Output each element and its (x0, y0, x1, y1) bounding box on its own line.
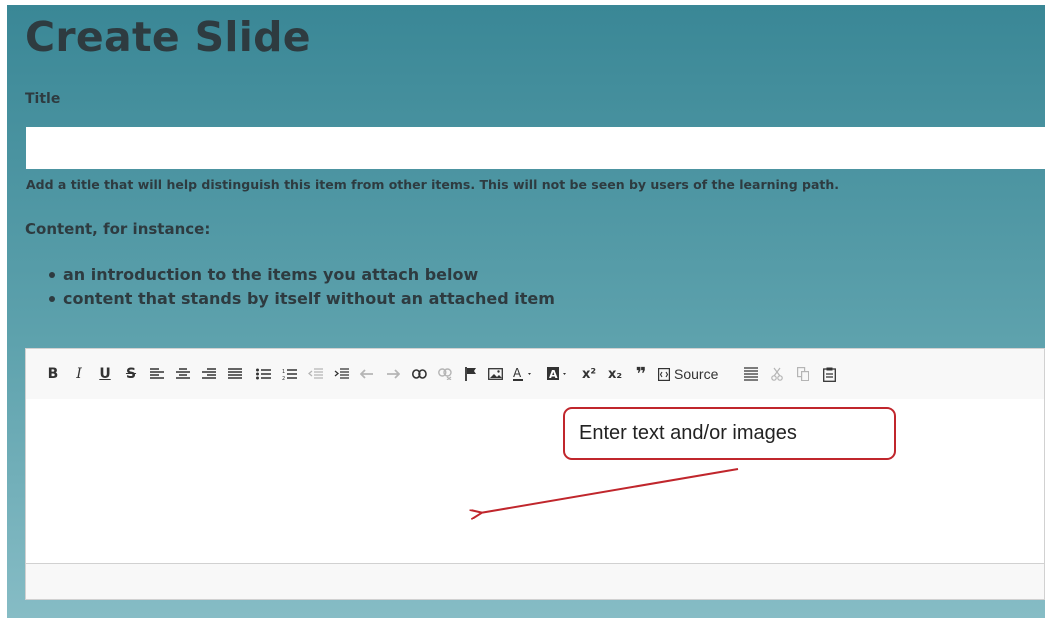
source-icon (658, 367, 670, 381)
bulleted-list-icon (255, 368, 271, 380)
outdent-button[interactable] (306, 362, 324, 386)
align-right-icon (202, 368, 216, 379)
copy-icon (797, 367, 809, 381)
content-label: Content, for instance: (25, 220, 211, 238)
align-left-icon (150, 368, 164, 379)
svg-text:A: A (513, 367, 522, 380)
editor-toolbar: B I U S 12 A A x² x₂ ❞ Source (26, 349, 1044, 400)
undo-button[interactable] (358, 362, 376, 386)
link-button[interactable] (410, 362, 428, 386)
svg-text:1: 1 (282, 369, 285, 375)
numbered-list-icon: 12 (282, 369, 297, 380)
indent-icon (334, 368, 349, 379)
paste-button[interactable] (820, 362, 838, 386)
content-examples-list: an introduction to the items you attach … (47, 263, 555, 311)
copy-button[interactable] (794, 362, 812, 386)
image-button[interactable] (486, 362, 504, 386)
image-icon (487, 368, 503, 380)
title-label: Title (25, 91, 61, 107)
redo-icon (387, 369, 400, 379)
annotation-callout: Enter text and/or images (563, 407, 896, 460)
source-label: Source (674, 366, 719, 382)
strikethrough-button[interactable]: S (122, 362, 140, 386)
align-justify-icon (228, 368, 242, 379)
italic-button[interactable]: I (70, 362, 88, 386)
align-center-button[interactable] (174, 362, 192, 386)
cut-icon (771, 367, 783, 381)
rich-text-editor: B I U S 12 A A x² x₂ ❞ Source (25, 348, 1045, 600)
page-title: Create Slide (25, 13, 311, 61)
align-center-icon (176, 368, 190, 379)
undo-icon (360, 369, 373, 379)
title-input[interactable] (26, 127, 1045, 169)
superscript-button[interactable]: x² (580, 362, 598, 386)
bulleted-list-button[interactable] (254, 362, 272, 386)
bullet-icon (49, 271, 55, 278)
source-button[interactable]: Source (658, 362, 734, 386)
numbered-list-button[interactable]: 12 (280, 362, 298, 386)
redo-button[interactable] (384, 362, 402, 386)
paste-icon (822, 367, 836, 382)
cut-button[interactable] (768, 362, 786, 386)
create-slide-panel: Create Slide Title Add a title that will… (7, 5, 1045, 618)
title-help-text: Add a title that will help distinguish t… (26, 177, 840, 192)
unlink-icon (437, 368, 452, 380)
list-item: an introduction to the items you attach … (47, 263, 555, 287)
svg-text:2: 2 (282, 376, 285, 380)
svg-text:A: A (549, 368, 558, 381)
editor-status-bar (26, 563, 1044, 599)
background-color-button[interactable]: A (546, 362, 576, 386)
background-color-icon: A (547, 367, 566, 381)
text-color-icon: A (513, 367, 531, 381)
blockquote-button[interactable]: ❞ (632, 362, 650, 386)
list-item: content that stands by itself without an… (47, 287, 555, 311)
horizontal-rule-icon (744, 367, 758, 381)
underline-button[interactable]: U (96, 362, 114, 386)
align-right-button[interactable] (200, 362, 218, 386)
anchor-flag-icon (465, 367, 476, 381)
bold-button[interactable]: B (44, 362, 62, 386)
align-left-button[interactable] (148, 362, 166, 386)
align-justify-button[interactable] (226, 362, 244, 386)
outdent-icon (307, 368, 323, 379)
indent-button[interactable] (332, 362, 350, 386)
bullet-icon (49, 295, 55, 302)
unlink-button[interactable] (436, 362, 454, 386)
anchor-button[interactable] (462, 362, 480, 386)
text-color-button[interactable]: A (512, 362, 542, 386)
horizontal-rule-button[interactable] (742, 362, 760, 386)
link-icon (411, 369, 427, 379)
subscript-button[interactable]: x₂ (606, 362, 624, 386)
